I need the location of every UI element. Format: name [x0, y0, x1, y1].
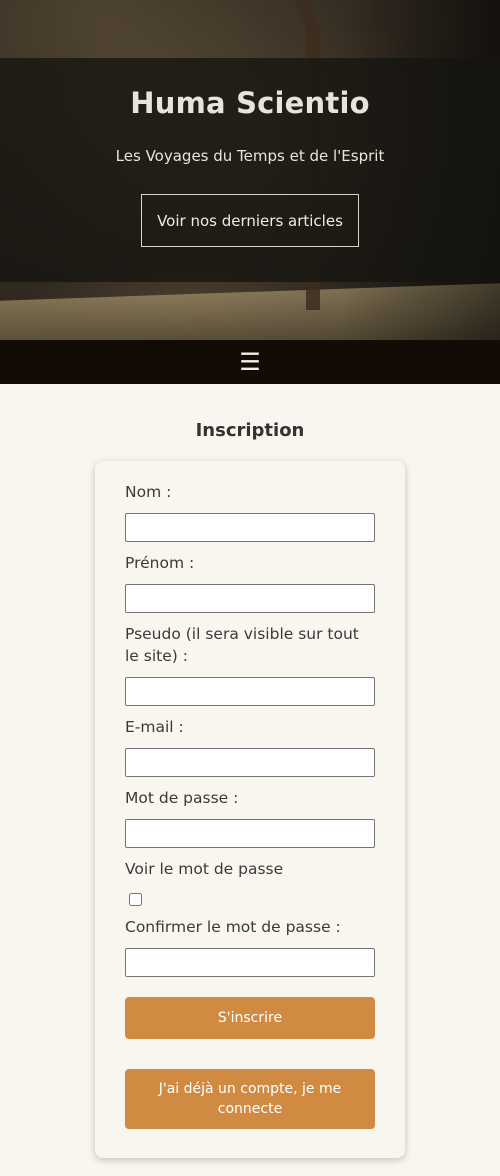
prenom-input[interactable]	[125, 584, 375, 613]
email-input[interactable]	[125, 748, 375, 777]
hero-banner: Huma Scientio Les Voyages du Temps et de…	[0, 0, 500, 340]
login-link-button[interactable]: J'ai déjà un compte, je me connecte	[125, 1069, 375, 1129]
page-title: Inscription	[195, 420, 305, 441]
latest-articles-button[interactable]: Voir nos derniers articles	[141, 194, 359, 247]
pseudo-label: Pseudo (il sera visible sur tout le site…	[125, 625, 359, 665]
register-button[interactable]: S'inscrire	[125, 997, 375, 1039]
nom-input[interactable]	[125, 513, 375, 542]
confirm-password-label: Confirmer le mot de passe :	[125, 918, 341, 936]
site-subtitle: Les Voyages du Temps et de l'Esprit	[115, 147, 385, 165]
hamburger-icon[interactable]: ☰	[239, 350, 261, 374]
password-input[interactable]	[125, 819, 375, 848]
confirm-password-input[interactable]	[125, 948, 375, 977]
show-password-checkbox[interactable]	[129, 893, 142, 906]
email-label: E-mail :	[125, 718, 184, 736]
pseudo-input[interactable]	[125, 677, 375, 706]
site-title: Huma Scientio	[130, 86, 370, 120]
show-password-label: Voir le mot de passe	[125, 860, 284, 878]
prenom-label: Prénom :	[125, 554, 195, 572]
password-label: Mot de passe :	[125, 789, 239, 807]
navbar: ☰	[0, 340, 500, 384]
nom-label: Nom :	[125, 483, 172, 501]
